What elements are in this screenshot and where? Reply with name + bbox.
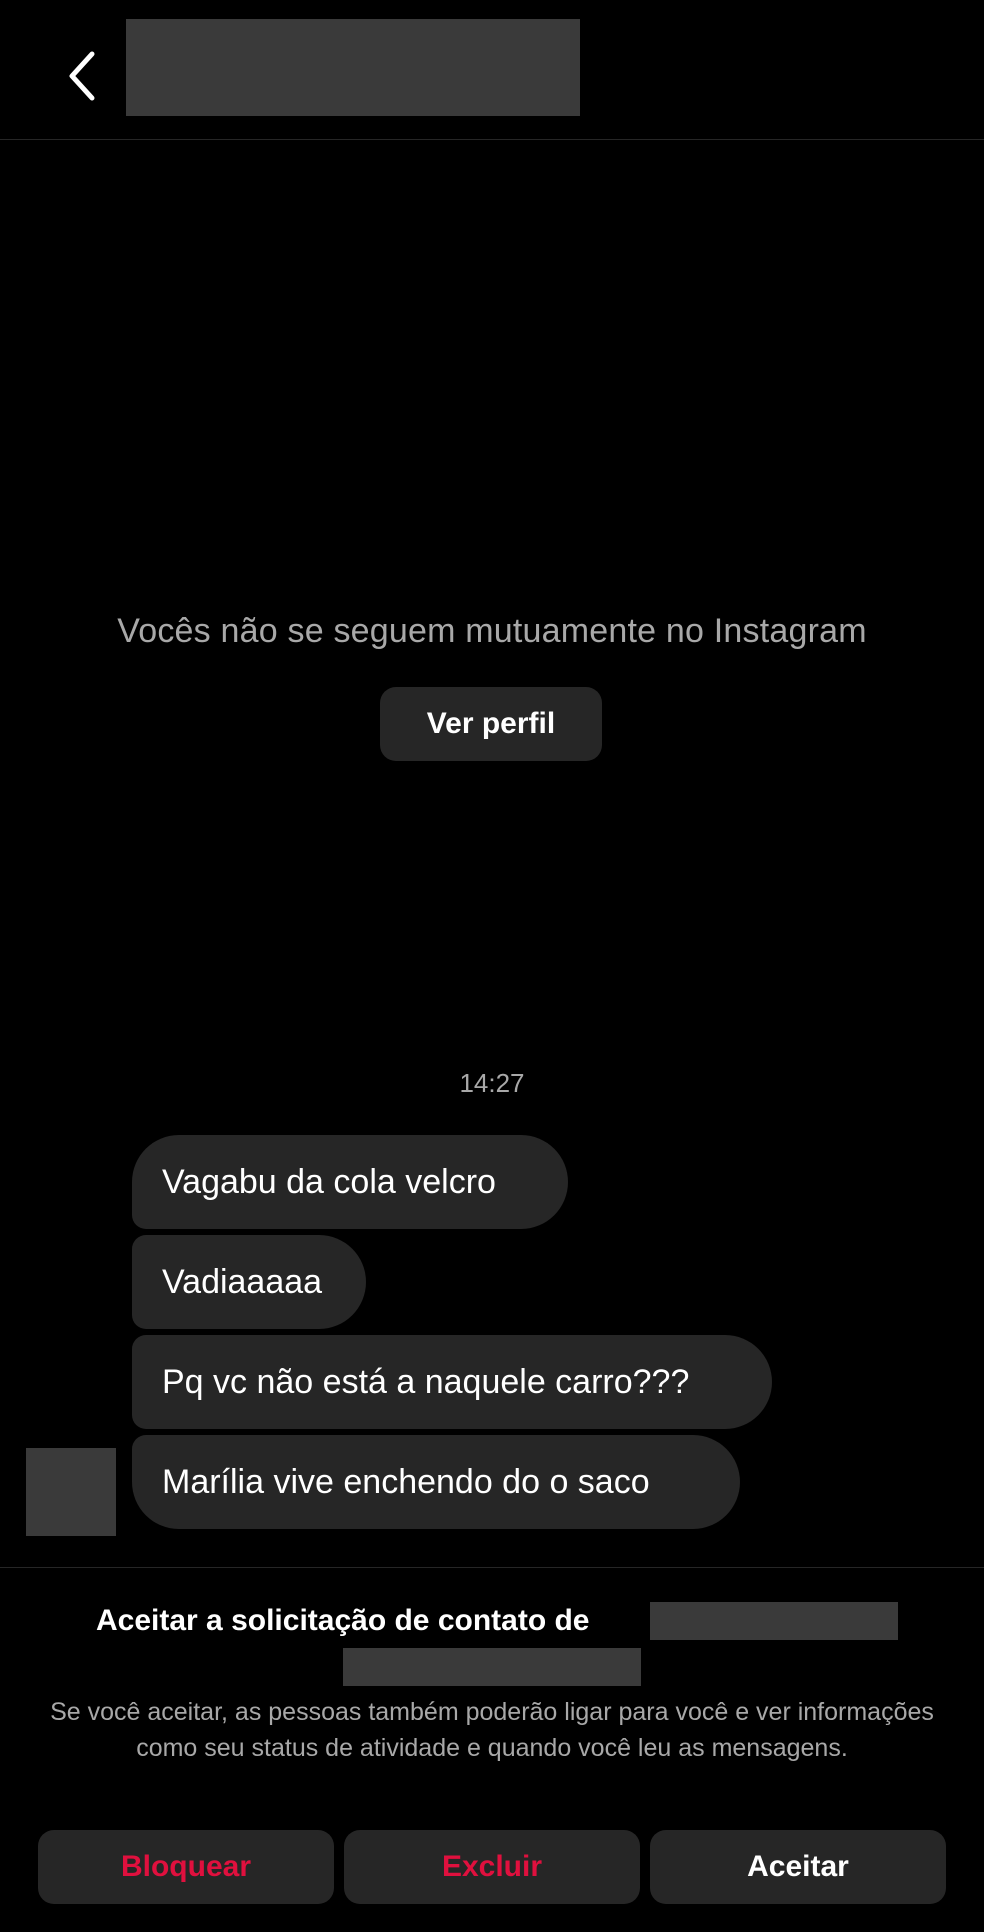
redacted-name-line-1	[650, 1602, 898, 1640]
chevron-left-icon	[69, 51, 95, 101]
header-bar	[0, 0, 984, 140]
redacted-username	[126, 19, 580, 116]
accept-button[interactable]: Aceitar	[650, 1830, 946, 1904]
message-bubble[interactable]: Vagabu da cola velcro	[132, 1135, 568, 1229]
message-bubble[interactable]: Pq vc não está a naquele carro???	[132, 1335, 772, 1429]
sender-avatar[interactable]	[26, 1448, 116, 1536]
request-title: Aceitar a solicitação de contato de	[96, 1604, 590, 1637]
request-title-block: Aceitar a solicitação de contato de	[0, 1602, 984, 1688]
request-description: Se você aceitar, as pessoas também poder…	[50, 1698, 934, 1762]
message-bubble[interactable]: Vadiaaaaa	[132, 1235, 366, 1329]
back-button[interactable]	[58, 46, 108, 106]
divider	[0, 1567, 984, 1568]
delete-button[interactable]: Excluir	[344, 1830, 640, 1904]
block-button[interactable]: Bloquear	[38, 1830, 334, 1904]
redacted-name-line-2	[343, 1648, 641, 1686]
view-profile-button[interactable]: Ver perfil	[380, 687, 602, 761]
message-timestamp: 14:27	[459, 1068, 525, 1098]
mutual-follow-notice: Vocês não se seguem mutuamente no Instag…	[117, 612, 867, 650]
message-bubble[interactable]: Marília vive enchendo do o saco	[132, 1435, 740, 1529]
